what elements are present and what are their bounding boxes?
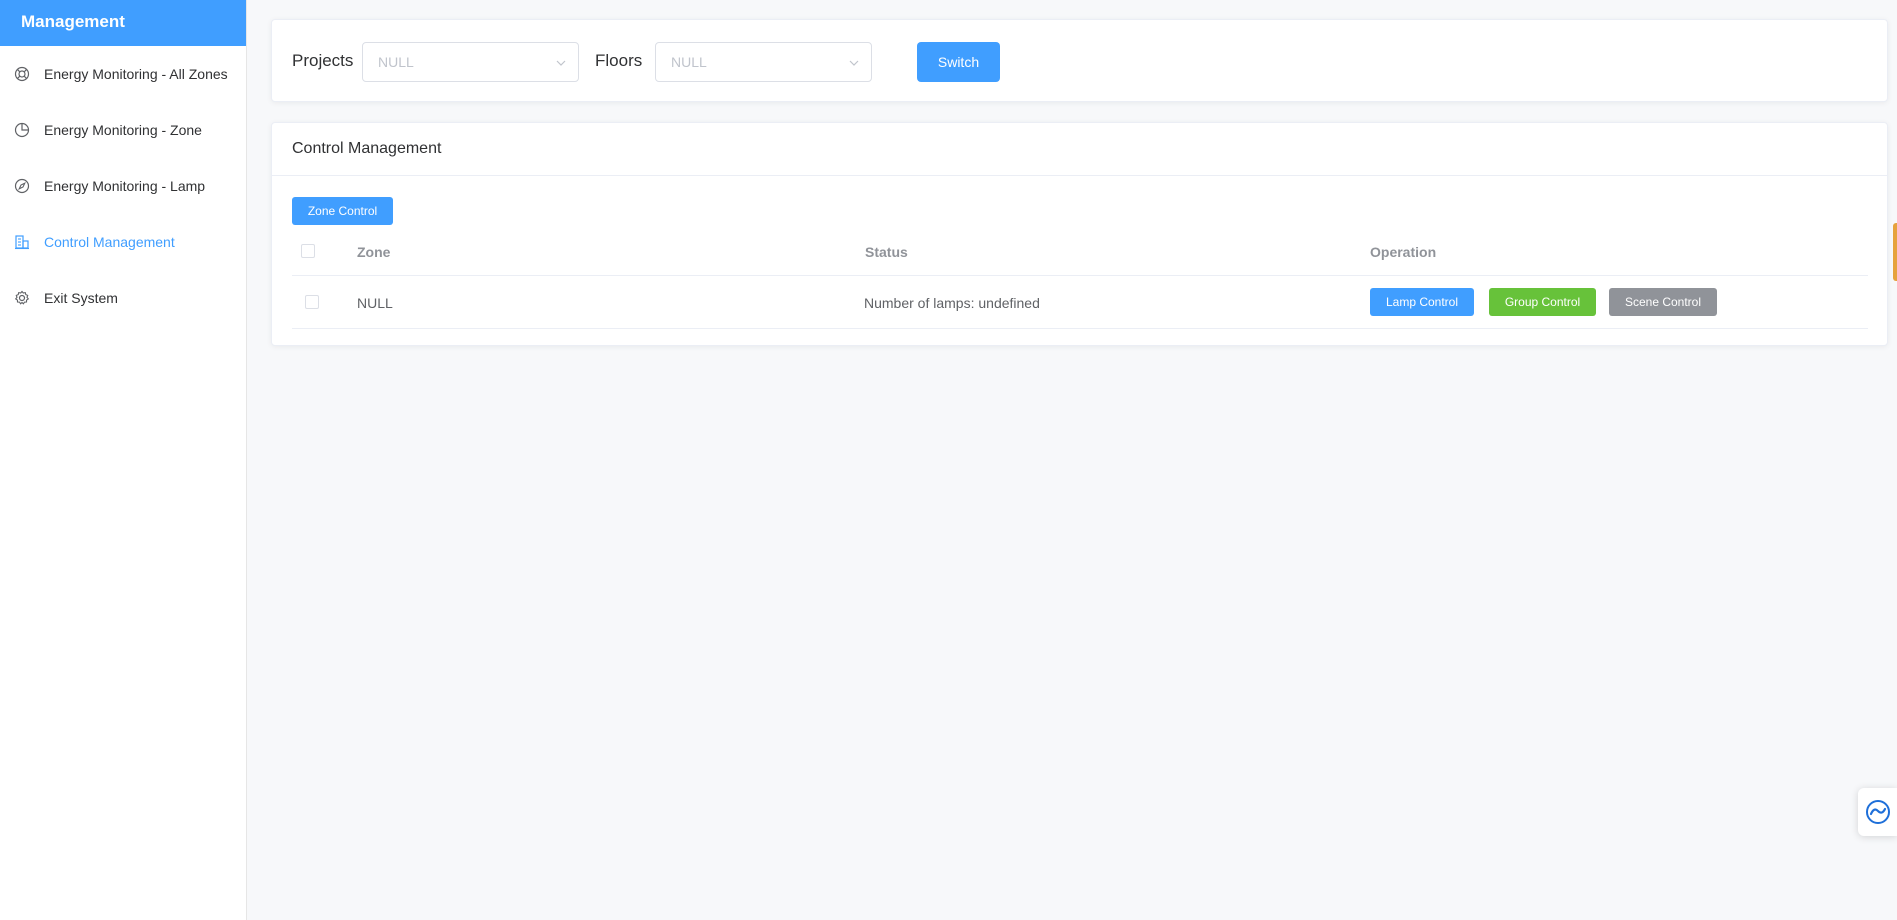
- projects-select-value: NULL: [378, 54, 414, 70]
- sidebar-item-label: Energy Monitoring - Lamp: [44, 178, 206, 194]
- main-content: Projects NULL Floors NULL Switch Control…: [247, 0, 1897, 920]
- select-all-checkbox[interactable]: [301, 244, 315, 258]
- control-management-card: Control Management Zone Control Zone Sta…: [271, 122, 1888, 346]
- building-icon: [14, 234, 30, 250]
- column-header-zone: Zone: [357, 244, 391, 260]
- lamp-control-button[interactable]: Lamp Control: [1370, 288, 1474, 316]
- ring-icon: [14, 66, 30, 82]
- zone-control-button[interactable]: Zone Control: [292, 197, 393, 225]
- projects-select[interactable]: NULL: [362, 42, 579, 82]
- sidebar: Management Energy Monitoring - All Zones…: [0, 0, 247, 920]
- sidebar-item-exit-system[interactable]: Exit System: [0, 270, 246, 326]
- sidebar-item-energy-zone[interactable]: Energy Monitoring - Zone: [0, 102, 246, 158]
- sidebar-item-label: Control Management: [44, 234, 175, 250]
- scene-control-button[interactable]: Scene Control: [1609, 288, 1717, 316]
- pie-chart-icon: [14, 122, 30, 138]
- sidebar-item-label: Energy Monitoring - Zone: [44, 122, 202, 138]
- row-checkbox[interactable]: [305, 295, 319, 309]
- floors-label: Floors: [595, 51, 643, 70]
- group-control-button[interactable]: Group Control: [1489, 288, 1596, 316]
- column-header-status: Status: [865, 244, 908, 260]
- filter-card: Projects NULL Floors NULL Switch: [271, 19, 1888, 102]
- sidebar-item-label: Energy Monitoring - All Zones: [44, 66, 228, 82]
- assistant-icon: [1865, 800, 1890, 824]
- card-title: Control Management: [272, 123, 1887, 176]
- zone-table: Zone Status Operation NULL Number of lam…: [292, 226, 1868, 329]
- status-cell: Number of lamps: undefined: [864, 295, 1040, 311]
- sidebar-item-control-management[interactable]: Control Management: [0, 214, 246, 270]
- table-row: NULL Number of lamps: undefined Lamp Con…: [292, 276, 1868, 329]
- zone-cell: NULL: [357, 295, 393, 311]
- floors-select[interactable]: NULL: [655, 42, 872, 82]
- sidebar-item-energy-all-zones[interactable]: Energy Monitoring - All Zones: [0, 46, 246, 102]
- gear-icon: [14, 290, 30, 306]
- table-header: Zone Status Operation: [292, 226, 1868, 276]
- compass-icon: [14, 178, 30, 194]
- floating-assistant-button[interactable]: [1858, 788, 1897, 836]
- column-header-operation: Operation: [1370, 244, 1437, 260]
- sidebar-item-label: Exit System: [44, 290, 118, 306]
- chevron-down-icon: [556, 60, 566, 66]
- projects-label: Projects: [292, 51, 354, 70]
- switch-button[interactable]: Switch: [917, 42, 1000, 82]
- sidebar-item-energy-lamp[interactable]: Energy Monitoring - Lamp: [0, 158, 246, 214]
- floors-select-value: NULL: [671, 54, 707, 70]
- sidebar-title: Management: [0, 0, 246, 46]
- chevron-down-icon: [849, 60, 859, 66]
- side-edge-tab[interactable]: [1893, 223, 1897, 281]
